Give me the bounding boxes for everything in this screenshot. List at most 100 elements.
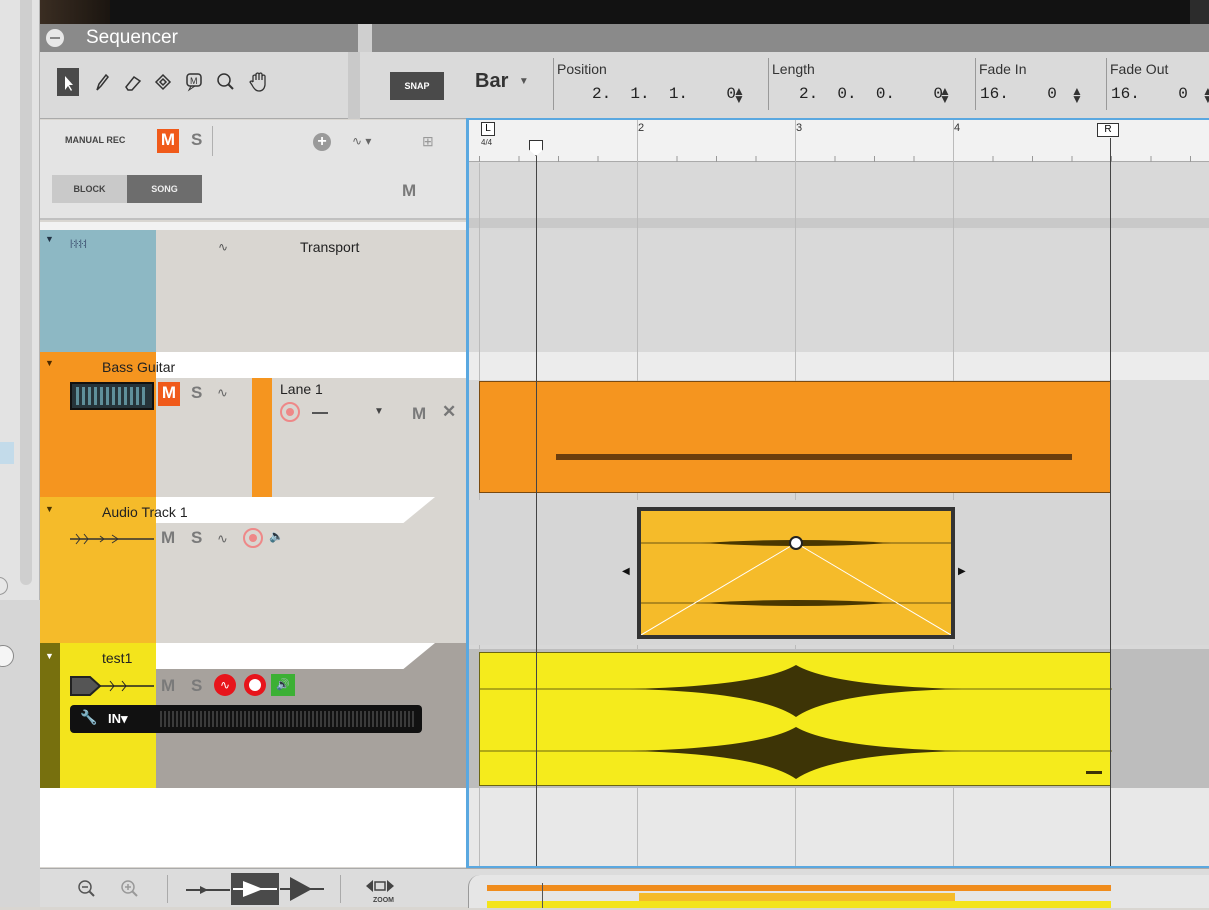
time-signature: 4/4 bbox=[481, 138, 493, 147]
pencil-icon[interactable] bbox=[90, 68, 112, 96]
monitor-speaker-icon[interactable]: 🔈 bbox=[269, 529, 284, 543]
transport-ruler-icon: |·:|·:|·:| bbox=[70, 238, 87, 248]
mute-button[interactable]: M bbox=[158, 382, 180, 406]
track-list-empty bbox=[40, 788, 466, 867]
lane-dropdown-icon[interactable]: ▼ bbox=[374, 406, 384, 417]
fade-out-spinner-icon[interactable]: ▲▼ bbox=[1202, 85, 1209, 105]
audio-clip[interactable] bbox=[637, 507, 955, 639]
zoom-in-icon[interactable] bbox=[120, 879, 140, 904]
fade-handle-right-icon[interactable]: ▶ bbox=[958, 566, 966, 577]
position-field[interactable]: Position 2. 1. 1. 0 ▲ ▼ bbox=[553, 58, 763, 110]
track-bass-guitar[interactable]: ▼ Bass Guitar M S ∿ Lane 1 ▼ M ✕ bbox=[40, 352, 466, 497]
expand-triangle-icon[interactable]: ▼ bbox=[45, 358, 54, 368]
header-solo-button[interactable]: S bbox=[191, 130, 202, 150]
automation-icon[interactable]: ∿ bbox=[217, 531, 228, 547]
fade-out-field[interactable]: Fade Out 16. 0 ▲▼ bbox=[1106, 58, 1209, 110]
bass-clip-note-bar bbox=[556, 454, 1072, 460]
automation-icon[interactable]: ∿ bbox=[218, 240, 228, 254]
bottom-toolbar: ZOOM bbox=[40, 868, 1209, 908]
solo-button[interactable]: S bbox=[191, 676, 202, 696]
solo-button[interactable]: S bbox=[191, 383, 202, 403]
length-value: 2. 0. 0. 0 bbox=[799, 85, 944, 103]
razor-icon[interactable] bbox=[152, 68, 174, 96]
track-name: Bass Guitar bbox=[102, 359, 176, 375]
manual-rec-button[interactable]: MANUAL REC bbox=[65, 135, 125, 145]
playhead-line bbox=[536, 156, 537, 866]
zoom-label: ZOOM bbox=[373, 897, 394, 904]
audio-input-icon bbox=[70, 674, 156, 703]
record-enable-icon[interactable] bbox=[243, 528, 263, 548]
length-field[interactable]: Length 2. 0. 0. 0 ▲ ▼ bbox=[768, 58, 968, 110]
fade-in-field[interactable]: Fade In 16. 0 ▲ ▼ bbox=[975, 58, 1100, 110]
mute-button[interactable]: M bbox=[161, 676, 175, 696]
left-edge-scrollbar[interactable] bbox=[20, 0, 32, 585]
expand-triangle-icon[interactable]: ▼ bbox=[45, 234, 54, 244]
add-track-icon[interactable]: + bbox=[313, 133, 331, 151]
right-locator[interactable]: R bbox=[1097, 123, 1119, 137]
track-transport[interactable]: ▼ |·:|·:|·:| ∿ Transport bbox=[40, 230, 466, 352]
eraser-icon[interactable] bbox=[121, 68, 143, 96]
header-mute-button[interactable]: M bbox=[157, 129, 179, 153]
track-height-medium-icon[interactable] bbox=[231, 873, 279, 905]
input-select[interactable]: IN▾ bbox=[108, 711, 128, 727]
bass-lane-header bbox=[469, 352, 1209, 380]
select-arrow-icon[interactable] bbox=[57, 68, 79, 96]
solo-button[interactable]: S bbox=[191, 528, 202, 548]
zoom-out-icon[interactable] bbox=[77, 879, 97, 904]
track-test1[interactable]: ▼ test1 M S ∿ 🔊 🔧 IN▾ bbox=[40, 643, 466, 788]
record-enable-icon[interactable] bbox=[280, 402, 300, 422]
window-title: Sequencer bbox=[86, 27, 178, 48]
input-wrench-icon[interactable]: 🔧 bbox=[80, 709, 97, 726]
expand-triangle-icon[interactable]: ▼ bbox=[45, 651, 54, 661]
grid-icon[interactable]: ⊞ bbox=[422, 133, 434, 150]
expand-triangle-icon[interactable]: ▼ bbox=[45, 504, 54, 514]
instrument-thumbnail-icon bbox=[70, 382, 154, 410]
record-enable-icon[interactable] bbox=[244, 674, 266, 696]
length-spinner-icon[interactable]: ▲ ▼ bbox=[939, 85, 951, 105]
left-locator[interactable]: L bbox=[481, 122, 495, 136]
automation-icon[interactable]: ∿ bbox=[217, 385, 228, 401]
position-value: 2. 1. 1. 0 bbox=[592, 85, 737, 103]
block-button[interactable]: BLOCK bbox=[52, 175, 127, 203]
automation-dropdown-icon[interactable]: ∿ ▾ bbox=[352, 134, 371, 148]
lane-mute-button[interactable]: M bbox=[412, 404, 426, 424]
fade-in-spinner-icon[interactable]: ▲ ▼ bbox=[1071, 85, 1083, 105]
test1-dark-strip bbox=[40, 643, 60, 788]
position-spinner-icon[interactable]: ▲ ▼ bbox=[733, 85, 745, 105]
bottom-divider-2 bbox=[340, 875, 341, 903]
bar-number-2: 2 bbox=[638, 122, 645, 134]
collapse-icon[interactable] bbox=[46, 29, 64, 47]
input-label: IN bbox=[108, 711, 121, 726]
magnify-icon[interactable] bbox=[214, 68, 236, 96]
fade-out-value: 16. 0 bbox=[1111, 85, 1188, 103]
right-locator-line bbox=[1110, 138, 1111, 866]
monitor-speaker-icon[interactable]: 🔊 bbox=[271, 674, 295, 696]
bass-clip[interactable] bbox=[479, 381, 1111, 493]
track-height-small-icon[interactable] bbox=[186, 881, 230, 904]
fade-handle-left-icon[interactable]: ◀ bbox=[622, 566, 630, 577]
zoom-horizontal-icon[interactable] bbox=[366, 879, 394, 898]
track-height-large-icon[interactable] bbox=[280, 875, 324, 908]
lane-name: Lane 1 bbox=[280, 381, 323, 397]
mute-tool-icon[interactable]: M bbox=[183, 68, 205, 96]
snap-value-select[interactable]: Bar ▼ bbox=[475, 70, 547, 100]
left-edge-knob[interactable] bbox=[0, 577, 8, 595]
transport-lane bbox=[469, 230, 1209, 352]
header-divider bbox=[212, 126, 213, 156]
header-mute-all[interactable]: M bbox=[402, 181, 416, 201]
automation-record-icon[interactable]: ∿ bbox=[214, 674, 236, 696]
ruler-ticks bbox=[479, 156, 1209, 162]
title-divider bbox=[358, 24, 372, 52]
snap-value: Bar bbox=[475, 70, 509, 92]
mute-button[interactable]: M bbox=[161, 528, 175, 548]
top-rack-strip bbox=[40, 0, 1209, 24]
test1-clip[interactable] bbox=[479, 652, 1112, 786]
bar-number-4: 4 bbox=[954, 122, 961, 134]
track-audio-1[interactable]: ▼ Audio Track 1 M S ∿ 🔈 bbox=[40, 497, 466, 643]
snap-button[interactable]: SNAP bbox=[390, 72, 444, 100]
fade-in-label: Fade In bbox=[979, 61, 1027, 77]
song-button[interactable]: SONG bbox=[127, 175, 202, 203]
hand-icon[interactable] bbox=[246, 68, 274, 96]
overview-navigator[interactable] bbox=[468, 875, 1209, 908]
close-icon[interactable]: ✕ bbox=[442, 402, 456, 422]
